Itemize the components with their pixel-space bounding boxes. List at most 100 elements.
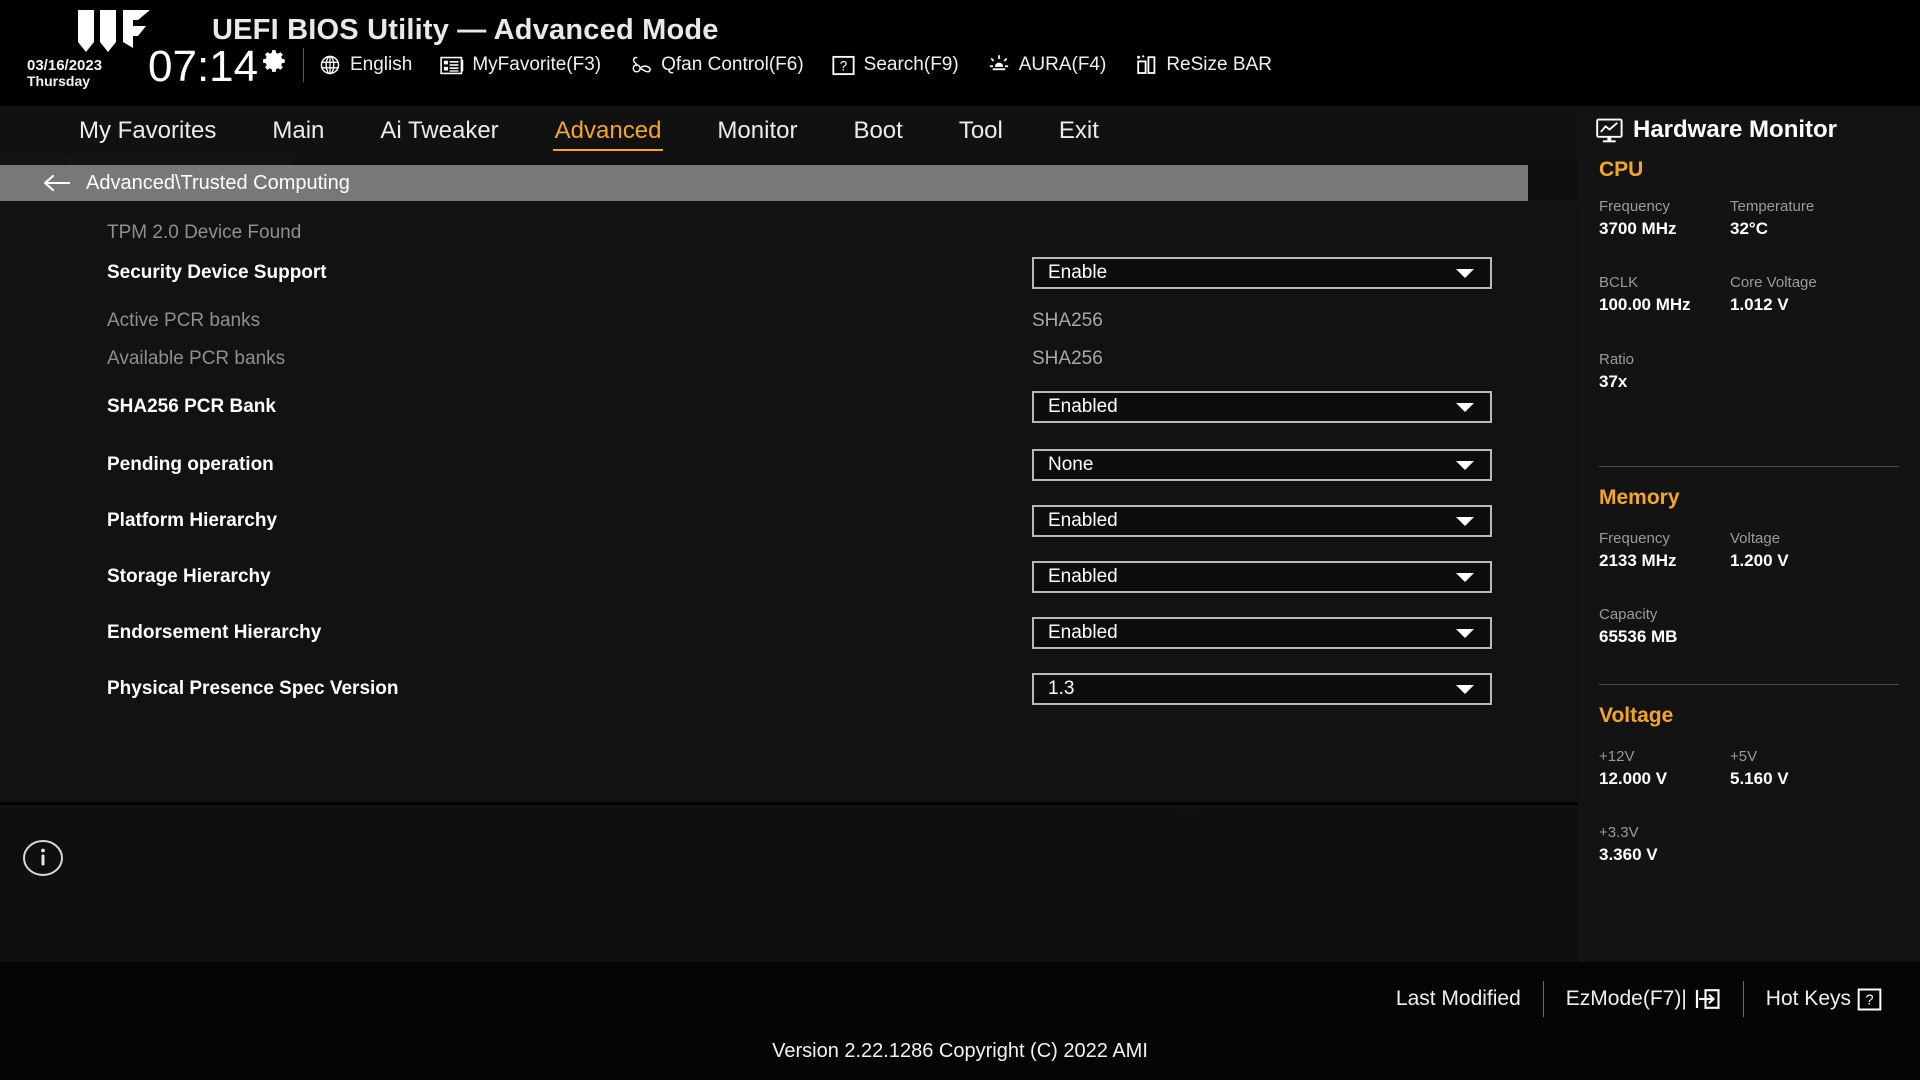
hardware-monitor-sidebar: Hardware Monitor CPU Frequency 3700 MHz … [1578,106,1920,962]
sidebar-title: Hardware Monitor [1596,116,1837,144]
sidebar-divider-1 [1599,466,1899,467]
chevron-down-icon [1456,516,1474,526]
language-button[interactable]: English [318,53,412,77]
dropdown-storage-hierarchy[interactable]: Enabled [1032,561,1492,593]
setting-row-active-pcr-banks: Active PCR banks SHA256 [0,301,1578,341]
arrow-left-icon[interactable] [42,172,72,194]
cpu-temperature-key: Temperature [1730,198,1815,215]
tab-advanced[interactable]: Advanced [552,114,664,151]
voltage-33v-key: +3.3V [1599,824,1639,841]
dropdown-security-device-support[interactable]: Enable [1032,257,1492,289]
svg-text:?: ? [840,58,847,73]
cpu-bclk-value: 100.00 MHz [1599,295,1691,314]
chevron-down-icon [1456,268,1474,278]
gear-icon[interactable] [262,48,288,74]
tab-boot[interactable]: Boot [851,114,904,151]
setting-readonly-value: SHA256 [1032,310,1103,331]
setting-row-tpm-device-found: TPM 2.0 Device Found [0,213,1578,253]
system-clock: 07:14 [148,42,259,91]
setting-label: Available PCR banks [107,348,286,369]
memory-voltage-value: 1.200 V [1730,551,1789,570]
language-label: English [350,54,413,75]
search-button[interactable]: ? Search(F9) [832,53,959,77]
hot-keys-button[interactable]: Hot Keys ? [1744,987,1904,1012]
dropdown-physical-presence-spec-version[interactable]: 1.3 [1032,673,1492,705]
dropdown-value: Enable [1048,262,1108,283]
dropdown-pending-operation[interactable]: None [1032,449,1492,481]
setting-row-physical-presence-spec-version: Physical Presence Spec Version 1.3 [0,669,1578,709]
sidebar-section-voltage: Voltage [1599,704,1674,727]
setting-label: Storage Hierarchy [107,566,271,587]
tab-monitor[interactable]: Monitor [715,114,799,151]
setting-label: Pending operation [107,454,274,475]
header-divider [303,48,304,82]
myfavorite-label: MyFavorite(F3) [472,54,602,75]
breadcrumb: Advanced\Trusted Computing [0,165,1528,201]
setting-row-security-device-support: Security Device Support Enable [0,253,1578,293]
ezmode-button[interactable]: EzMode(F7)| [1544,987,1743,1011]
dropdown-endorsement-hierarchy[interactable]: Enabled [1032,617,1492,649]
enter-arrow-icon [1693,987,1721,1011]
system-date: 03/16/2023 Thursday [27,58,102,88]
chevron-down-icon [1456,628,1474,638]
version-text: Version 2.22.1286 Copyright (C) 2022 AMI [772,1040,1148,1062]
voltage-33v-value: 3.360 V [1599,845,1658,864]
voltage-12v: +12V 12.000 V [1599,748,1667,789]
search-label: Search(F9) [863,54,959,75]
qfan-control-button[interactable]: Qfan Control(F6) [629,53,804,77]
memory-voltage-key: Voltage [1730,530,1781,547]
dropdown-sha256-pcr-bank[interactable]: Enabled [1032,391,1492,423]
last-modified-button[interactable]: Last Modified [1374,987,1543,1011]
memory-frequency-value: 2133 MHz [1599,551,1677,570]
hot-keys-label: Hot Keys [1765,987,1851,1010]
cpu-frequency-value: 3700 MHz [1599,219,1677,238]
chevron-down-icon [1456,684,1474,694]
aura-button[interactable]: AURA(F4) [987,53,1107,77]
memory-voltage: Voltage 1.200 V [1730,530,1789,571]
cpu-core-voltage-value: 1.012 V [1730,295,1789,314]
top-header: UEFI BIOS Utility — Advanced Mode 03/16/… [0,0,1920,106]
resize-bar-icon [1134,53,1158,77]
voltage-12v-value: 12.000 V [1599,769,1668,788]
resize-bar-button[interactable]: ReSize BAR [1134,53,1272,77]
myfavorite-button[interactable]: MyFavorite(F3) [440,53,601,77]
memory-frequency: Frequency 2133 MHz [1599,530,1676,571]
memory-capacity: Capacity 65536 MB [1599,606,1677,647]
tuf-gaming-logo [76,8,152,56]
setting-label: TPM 2.0 Device Found [107,222,302,243]
cpu-core-voltage-key: Core Voltage [1730,274,1817,291]
aura-light-icon [987,53,1011,77]
setting-label: SHA256 PCR Bank [107,396,276,417]
qfan-control-label: Qfan Control(F6) [661,54,804,75]
tab-my-favorites[interactable]: My Favorites [77,114,218,151]
tab-tool[interactable]: Tool [957,114,1005,151]
dropdown-platform-hierarchy[interactable]: Enabled [1032,505,1492,537]
setting-row-endorsement-hierarchy: Endorsement Hierarchy Enabled [0,613,1578,653]
tab-exit[interactable]: Exit [1057,114,1101,151]
aura-label: AURA(F4) [1018,54,1107,75]
last-modified-label: Last Modified [1395,987,1521,1010]
monitor-chart-icon [1596,118,1623,143]
setting-label: Platform Hierarchy [107,510,278,531]
dropdown-value: 1.3 [1048,678,1075,699]
voltage-5v-key: +5V [1730,748,1758,765]
cpu-frequency-key: Frequency [1599,198,1670,215]
dropdown-value: None [1048,454,1094,475]
info-circle-icon[interactable] [22,839,64,877]
question-box-icon: ? [1857,987,1882,1012]
bios-screen: UEFI BIOS Utility — Advanced Mode 03/16/… [0,0,1920,1080]
dropdown-value: Enabled [1048,566,1118,587]
cpu-core-voltage: Core Voltage 1.012 V [1730,274,1817,315]
setting-row-platform-hierarchy: Platform Hierarchy Enabled [0,501,1578,541]
resize-bar-label: ReSize BAR [1166,54,1272,75]
voltage-5v: +5V 5.160 V [1730,748,1789,789]
tab-main[interactable]: Main [270,114,326,151]
chevron-down-icon [1456,460,1474,470]
sidebar-section-cpu: CPU [1599,158,1644,181]
favorites-list-icon [440,53,464,77]
cpu-ratio: Ratio 37x [1599,351,1634,392]
tab-ai-tweaker[interactable]: Ai Tweaker [378,114,500,151]
setting-row-sha256-pcr-bank: SHA256 PCR Bank Enabled [0,387,1578,427]
question-box-icon: ? [832,53,856,77]
voltage-12v-key: +12V [1599,748,1635,765]
